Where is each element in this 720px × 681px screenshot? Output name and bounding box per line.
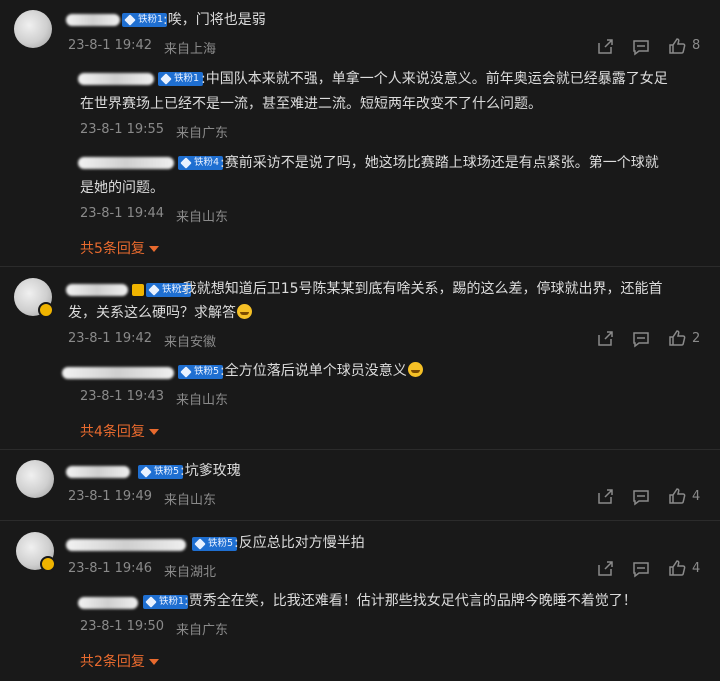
comment-icon[interactable] [632,38,650,56]
caret-down-icon [148,246,159,252]
like-count: 8 [692,38,701,53]
reply-date: 23-8-1 19:43 [80,389,165,404]
comment-text: :唉，门将也是弱 [163,12,266,28]
fan-crown-icon [132,284,144,296]
like-count: 2 [692,331,701,346]
comment-location: 来自安徽 [164,335,217,350]
username[interactable] [66,14,120,26]
comment-text: :坑爹玫瑰 [180,463,241,479]
comment-text-line-1: :我就想知道后卫15号陈某某到底有啥关系，踢的这么差，停球就出界，还能首 [178,281,663,297]
reply-text-line-2: 在世界赛场上已经不是一流，甚至难进二流。短短两年改变不了什么问题。 [80,96,542,112]
comment-date: 23-8-1 19:42 [68,38,153,53]
avatar[interactable] [14,278,54,318]
comment-text: :反应总比对方慢半拍 [234,535,365,551]
divider [0,266,720,267]
share-icon[interactable] [596,38,614,56]
comment-location: 来自上海 [164,42,217,57]
fan-badge: 铁粉5 [192,537,238,551]
fan-badge: 铁粉1 [122,13,168,27]
crying-emoji-icon [407,362,423,377]
like-icon[interactable] [668,37,686,55]
comment-text-line-2: 发，关系这么硬吗？求解答 [68,301,252,326]
view-more-replies[interactable]: 共5条回复 [80,238,159,258]
share-icon[interactable] [596,560,614,578]
reply-date: 23-8-1 19:55 [80,122,165,137]
reply-location: 来自广东 [176,126,229,141]
comment-icon[interactable] [632,560,650,578]
fan-badge: 铁粉1 [158,72,204,86]
verified-badge-icon [38,302,54,318]
verified-badge-icon [40,556,56,572]
like-count: 4 [692,489,701,504]
comment-date: 23-8-1 19:49 [68,489,153,504]
avatar[interactable] [16,460,54,498]
comment-date: 23-8-1 19:46 [68,561,153,576]
reply-date: 23-8-1 19:50 [80,619,165,634]
comment-location: 来自湖北 [164,565,217,580]
like-icon[interactable] [668,487,686,505]
reply-location: 来自山东 [176,393,229,408]
comment-icon[interactable] [632,488,650,506]
reply-text-line-1: :中国队本来就不强，单拿一个人来说没意义。前年奥运会就已经暴露了女足 [201,71,668,87]
reply-location: 来自广东 [176,623,229,638]
caret-down-icon [148,659,159,665]
comment-location: 来自山东 [164,493,217,508]
reply-date: 23-8-1 19:44 [80,206,165,221]
username[interactable] [66,466,130,478]
divider [0,449,720,450]
reply-username[interactable] [78,73,154,85]
username[interactable] [66,284,128,296]
reply-location: 来自山东 [176,210,229,225]
reply-text: :全方位落后说单个球员没意义 [220,359,423,384]
comment-date: 23-8-1 19:42 [68,331,153,346]
divider [0,520,720,521]
view-more-replies[interactable]: 共2条回复 [80,651,159,671]
crying-emoji-icon [237,304,252,319]
fan-badge: 铁粉5 [138,465,184,479]
share-icon[interactable] [596,330,614,348]
share-icon[interactable] [596,488,614,506]
caret-down-icon [148,429,159,435]
fan-badge: 铁粉1 [143,595,189,609]
like-icon[interactable] [668,559,686,577]
like-icon[interactable] [668,329,686,347]
reply-username[interactable] [78,597,138,609]
reply-text-line-2: 是她的问题。 [80,180,164,196]
reply-text: :贾秀全在笑，比我还难看！估计那些找女足代言的品牌今晚睡不着觉了！ [184,593,637,609]
comment-icon[interactable] [632,330,650,348]
reply-text-line-1: :赛前采访不是说了吗，她这场比赛踏上球场还是有点紧张。第一个球就 [220,155,659,171]
fan-badge: 铁粉5 [178,365,224,379]
like-count: 4 [692,561,701,576]
fan-badge: 铁粉4 [178,156,224,170]
view-more-replies[interactable]: 共4条回复 [80,421,159,441]
reply-username[interactable] [62,367,174,379]
avatar[interactable] [16,532,56,572]
username[interactable] [66,539,186,551]
reply-username[interactable] [78,157,174,169]
avatar[interactable] [14,10,52,48]
